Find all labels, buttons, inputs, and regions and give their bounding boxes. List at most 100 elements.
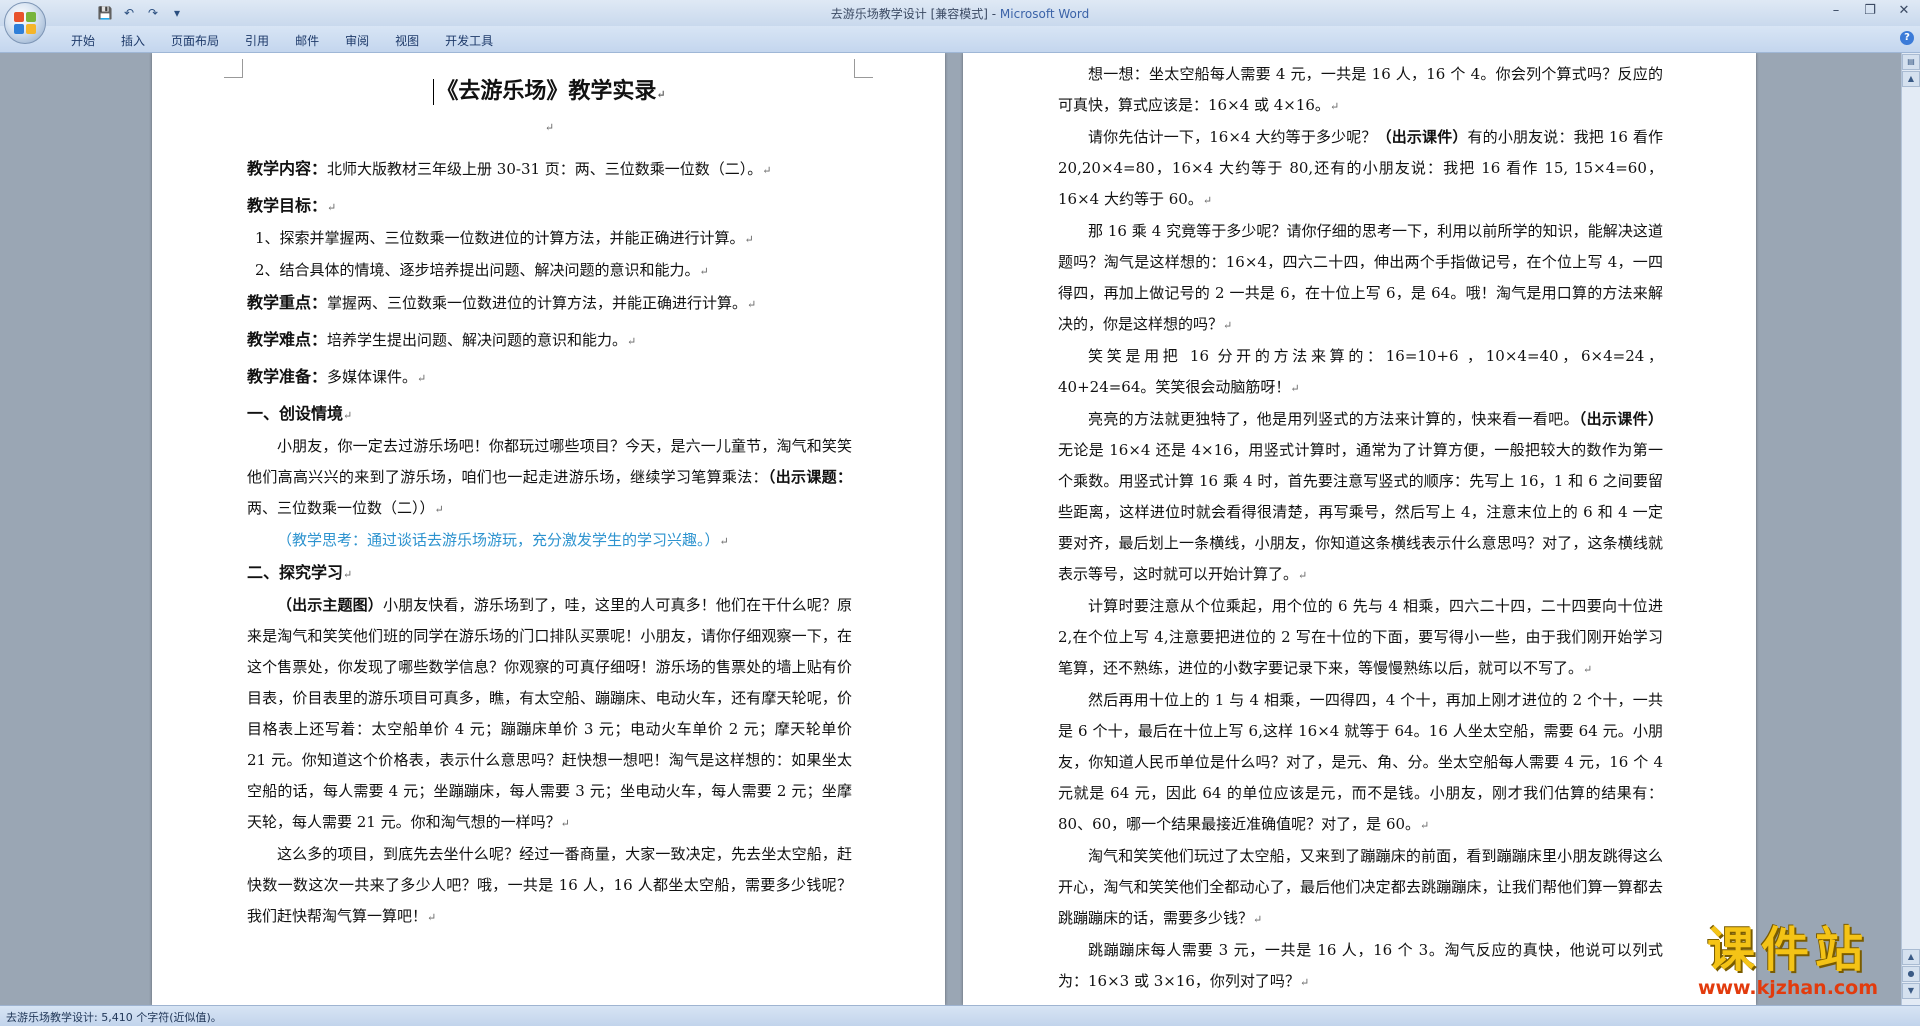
body-paragraph: 请你先估计一下，16×4 大约等于多少呢？（出示课件）有的小朋友说：我把 16 … [1058, 122, 1663, 216]
text: 北师大版教材三年级上册 30-31 页：两、三位数乘一位数（二）。 [327, 160, 763, 178]
body-paragraph: 那 16 乘 4 究竟等于多少呢？请你仔细的思考一下，利用以前所学的知识，能解决… [1058, 216, 1663, 341]
text: 请你先估计一下，16×4 大约等于多少呢？ [1088, 128, 1377, 146]
watermark-url: www.kjzhan.com [1697, 977, 1879, 999]
tab-review[interactable]: 审阅 [332, 30, 382, 51]
heading-text: 《去游乐场》教学实录 [436, 78, 657, 104]
paragraph-mark: ↵ [343, 409, 353, 422]
paragraph-mark: ↵ [719, 535, 729, 548]
word-count-status[interactable]: 去游乐场教学设计: 5,410 个字符(近似值)。 [6, 1009, 222, 1025]
margin-corner-mark [224, 59, 243, 78]
body-paragraph: 跳蹦蹦床每人需要 3 元，一共是 16 人，16 个 3。淘气反应的真快，他说可… [1058, 935, 1663, 998]
teaching-goals-label: 教学目标：↵ [247, 190, 852, 223]
tab-page-layout[interactable]: 页面布局 [158, 30, 232, 51]
text: 小朋友，你一定去过游乐场吧！你都玩过哪些项目？今天，是六一儿童节，淘气和笑笑他们… [247, 437, 852, 486]
goal-item: 1、探索并掌握两、三位数乘一位数进位的计算方法，并能正确进行计算。↵ [247, 223, 852, 255]
vertical-scrollbar[interactable]: ▤ ▲ ▲ ● ▼ [1901, 53, 1920, 1005]
office-button[interactable] [4, 2, 46, 44]
title-bar: 💾 ↶ ↷ ▾ 去游乐场教学设计 [兼容模式] - Microsoft Word… [0, 0, 1920, 27]
paragraph-mark: ↵ [1223, 319, 1233, 332]
paragraph-mark: ↵ [699, 265, 709, 278]
paragraph-mark: ↵ [747, 298, 757, 311]
window-title: 去游乐场教学设计 [兼容模式] - Microsoft Word [0, 5, 1920, 22]
paragraph-mark: ↵ [1583, 663, 1593, 676]
paragraph-mark: ↵ [1420, 819, 1430, 832]
text: 掌握两、三位数乘一位数进位的计算方法，并能正确进行计算。 [327, 294, 748, 312]
document-area: 《去游乐场》教学实录↵ ↵ 教学内容：北师大版教材三年级上册 30-31 页：两… [0, 53, 1902, 1005]
text: 亮亮的方法就更独特了，他是用列竖式的方法来计算的，快来看一看吧。 [1088, 410, 1579, 428]
bold-text: （出示主题图） [277, 596, 383, 614]
page-right[interactable]: 想一想：坐太空船每人需要 4 元，一共是 16 人，16 个 4。你会列个算式吗… [963, 53, 1756, 1005]
scroll-up-icon[interactable]: ▲ [1902, 71, 1920, 87]
text: 小朋友快看，游乐场到了，哇，这里的人可真多！他们在干什么呢？原来是淘气和笑笑他们… [247, 596, 852, 831]
body-paragraph: 这么多的项目，到底先去坐什么呢？经过一番商量，大家一致决定，先去坐太空船，赶快数… [247, 839, 852, 933]
minimize-icon[interactable]: – [1826, 2, 1846, 20]
watermark-logo: 课件站 www.kjzhan.com [1668, 925, 1908, 999]
section-heading: 一、创设情境↵ [247, 398, 852, 431]
app-name: Microsoft Word [999, 7, 1090, 21]
watermark-title: 课件站 [1706, 922, 1869, 978]
difficulty-point: 教学难点：培养学生提出问题、解决问题的意识和能力。↵ [247, 324, 852, 357]
teaching-note: （教学思考：通过谈话去游乐场游玩，充分激发学生的学习兴趣。）↵ [247, 525, 852, 557]
bold-text: （出示课题： [767, 468, 852, 486]
label: 教学内容： [247, 159, 328, 178]
text: 想一想：坐太空船每人需要 4 元，一共是 16 人，16 个 4。你会列个算式吗… [1058, 65, 1663, 114]
paragraph-mark: ↵ [343, 568, 353, 581]
paragraph-mark: ↵ [1290, 382, 1300, 395]
label: 教学目标： [247, 196, 328, 215]
paragraph-mark: ↵ [1329, 100, 1340, 113]
bold-text: （出示课件） [1578, 410, 1663, 428]
paragraph-mark: ↵ [327, 201, 337, 214]
paragraph-mark: ↵ [744, 233, 754, 246]
body-paragraph: 亮亮的方法就更独特了，他是用列竖式的方法来计算的，快来看一看吧。（出示课件） 无论… [1058, 404, 1663, 591]
tab-mailings[interactable]: 邮件 [282, 30, 332, 51]
page-left[interactable]: 《去游乐场》教学实录↵ ↵ 教学内容：北师大版教材三年级上册 30-31 页：两… [152, 53, 945, 1005]
document-title: 去游乐场教学设计 [兼容模式] - [830, 7, 1000, 21]
body-paragraph: 淘气和笑笑他们玩过了太空船，又来到了蹦蹦床的前面，看到蹦蹦床里小朋友跳得这么开心… [1058, 841, 1663, 935]
paragraph-mark: ↵ [417, 372, 427, 385]
paragraph-mark: ↵ [656, 88, 666, 101]
preparation: 教学准备：多媒体课件。↵ [247, 361, 852, 394]
text: 一、创设情境 [247, 404, 344, 423]
body-paragraph: 然后再用十位上的 1 与 4 相乘，一四得四，4 个十，再加上刚才进位的 2 个… [1058, 685, 1663, 841]
tab-developer[interactable]: 开发工具 [432, 30, 506, 51]
paragraph-mark: ↵ [1253, 913, 1263, 926]
text-cursor [433, 79, 435, 105]
text: 跳蹦蹦床每人需要 3 元，一共是 16 人，16 个 3。淘气反应的真快，他说可… [1058, 941, 1663, 990]
text: 2、结合具体的情境、逐步培养提出问题、解决问题的意识和能力。 [255, 261, 700, 279]
document-heading: 《去游乐场》教学实录↵ [247, 73, 852, 105]
paragraph-mark: ↵ [427, 911, 437, 924]
tab-insert[interactable]: 插入 [108, 30, 158, 51]
text: 笑笑是用把 16 分开的方法来算的：16=10+6 ，10×4=40，6×4=2… [1058, 347, 1663, 396]
paragraph-mark: ↵ [544, 121, 555, 134]
empty-paragraph: ↵ [247, 111, 852, 143]
text: 1、探索并掌握两、三位数乘一位数进位的计算方法，并能正确进行计算。 [255, 229, 745, 247]
close-icon[interactable]: ✕ [1894, 2, 1914, 20]
text: 多媒体课件。 [327, 368, 418, 386]
label: 教学难点： [247, 330, 328, 349]
text: 培养学生提出问题、解决问题的意识和能力。 [327, 331, 628, 349]
help-icon[interactable]: ? [1900, 31, 1914, 45]
text: 这么多的项目，到底先去坐什么呢？经过一番商量，大家一致决定，先去坐太空船，赶快数… [247, 845, 852, 925]
section-heading: 二、探究学习↵ [247, 557, 852, 590]
window-controls: – ❐ ✕ [1826, 2, 1914, 20]
body-paragraph: 想一想：坐太空船每人需要 4 元，一共是 16 人，16 个 4。你会列个算式吗… [1058, 59, 1663, 122]
text: 二、探究学习 [247, 563, 344, 582]
text: 无论是 16×4 还是 4×16，用竖式计算时，通常为了计算方便，一般把较大的数… [1058, 441, 1663, 583]
body-paragraph: 笑笑是用把 16 分开的方法来算的：16=10+6 ，10×4=40，6×4=2… [1058, 341, 1663, 404]
label: 教学准备： [247, 367, 328, 386]
text: 然后再用十位上的 1 与 4 相乘，一四得四，4 个十，再加上刚才进位的 2 个… [1058, 691, 1663, 833]
tab-home[interactable]: 开始 [58, 30, 108, 51]
paragraph-mark: ↵ [434, 503, 444, 516]
margin-corner-mark [854, 59, 873, 78]
tab-references[interactable]: 引用 [232, 30, 282, 51]
goal-item: 2、结合具体的情境、逐步培养提出问题、解决问题的意识和能力。↵ [247, 255, 852, 287]
body-paragraph: 小朋友，你一定去过游乐场吧！你都玩过哪些项目？今天，是六一儿童节，淘气和笑笑他们… [247, 431, 852, 525]
text: 淘气和笑笑他们玩过了太空船，又来到了蹦蹦床的前面，看到蹦蹦床里小朋友跳得这么开心… [1058, 847, 1663, 927]
status-bar: 去游乐场教学设计: 5,410 个字符(近似值)。 [0, 1005, 1920, 1026]
paragraph-mark: ↵ [627, 335, 637, 348]
maximize-icon[interactable]: ❐ [1860, 2, 1880, 20]
tab-view[interactable]: 视图 [382, 30, 432, 51]
office-logo-icon [14, 12, 36, 34]
ruler-toggle-icon[interactable]: ▤ [1902, 54, 1920, 70]
body-paragraph: 计算时要注意从个位乘起，用个位的 6 先与 4 相乘，四六二十四，二十四要向十位… [1058, 591, 1663, 685]
